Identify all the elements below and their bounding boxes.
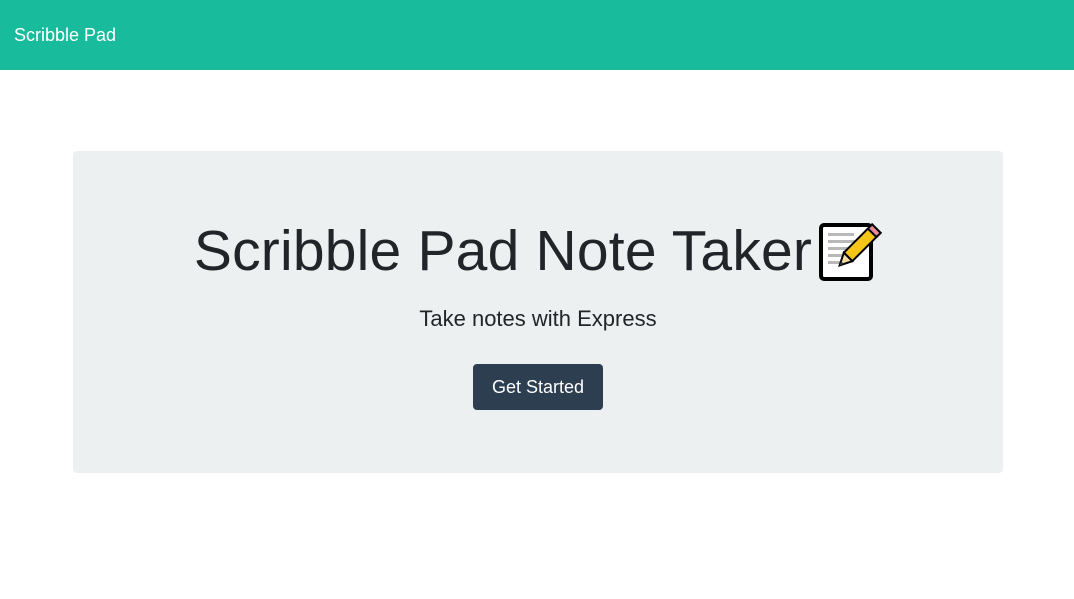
navbar-brand-link[interactable]: Scribble Pad bbox=[14, 25, 116, 46]
get-started-button[interactable]: Get Started bbox=[473, 364, 603, 410]
page-title: Scribble Pad Note Taker bbox=[193, 218, 813, 283]
hero-subtitle: Take notes with Express bbox=[419, 306, 657, 331]
hero-title-row: Scribble Pad Note Taker bbox=[73, 215, 1003, 287]
top-navbar: Scribble Pad bbox=[0, 0, 1074, 70]
memo-pencil-icon bbox=[818, 219, 883, 283]
hero-jumbotron: Scribble Pad Note Taker Take notes with … bbox=[73, 151, 1003, 473]
